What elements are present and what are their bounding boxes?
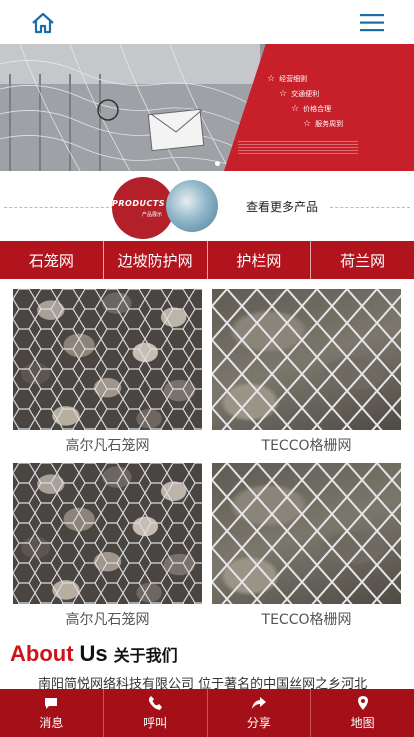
nav-label: 消息 bbox=[39, 716, 64, 730]
nav-label: 地图 bbox=[350, 716, 375, 730]
nav-call[interactable]: 呼叫 bbox=[104, 689, 208, 737]
phone-icon bbox=[149, 696, 163, 710]
products-badge: PRODUCTS 产品展示 bbox=[112, 177, 174, 239]
bottom-nav: 消息 呼叫 分享 地图 bbox=[0, 689, 414, 737]
header bbox=[0, 0, 414, 44]
nav-share[interactable]: 分享 bbox=[208, 689, 312, 737]
banner-feature: ☆ 服务周到 bbox=[303, 119, 343, 129]
tecco-mesh-image bbox=[212, 289, 401, 430]
product-card[interactable]: 高尔凡石笼网 bbox=[13, 463, 202, 634]
stone-gabion-image bbox=[13, 289, 202, 430]
nav-map[interactable]: 地图 bbox=[311, 689, 414, 737]
product-caption: 高尔凡石笼网 bbox=[65, 612, 150, 628]
banner-feature: ☆ 价格合理 bbox=[291, 104, 331, 114]
banner-feature-label: 经营细则 bbox=[279, 75, 308, 83]
stone-gabion-image bbox=[13, 463, 202, 604]
tecco-mesh-image bbox=[212, 463, 401, 604]
about-title-dark: Us bbox=[79, 641, 108, 666]
hero-banner[interactable]: ☆ 经营细则 ☆ 交通便利 ☆ 价格合理 ☆ 服务周到 bbox=[0, 44, 414, 171]
menu-icon[interactable] bbox=[360, 14, 384, 32]
nav-label: 呼叫 bbox=[143, 716, 168, 730]
diamond-mesh-overlay bbox=[212, 289, 401, 430]
nav-message[interactable]: 消息 bbox=[0, 689, 104, 737]
tab-gabion[interactable]: 石笼网 bbox=[0, 241, 104, 279]
carousel-dot[interactable] bbox=[215, 161, 220, 166]
star-icon: ☆ bbox=[279, 89, 288, 99]
product-card[interactable]: TECCO格栅网 bbox=[212, 289, 401, 460]
map-pin-icon bbox=[357, 696, 368, 710]
home-icon[interactable] bbox=[31, 12, 55, 34]
star-icon: ☆ bbox=[267, 74, 276, 84]
mesh-roll-image bbox=[166, 180, 218, 232]
carousel-dots[interactable] bbox=[215, 151, 225, 170]
tab-slope-protection[interactable]: 边坡防护网 bbox=[104, 241, 208, 279]
banner-feature-label: 服务周到 bbox=[315, 120, 344, 128]
category-tabs: 石笼网 边坡防护网 护栏网 荷兰网 bbox=[0, 241, 414, 279]
nav-label: 分享 bbox=[246, 716, 271, 730]
banner-feature: ☆ 交通便利 bbox=[279, 89, 319, 99]
product-caption: 高尔凡石笼网 bbox=[65, 438, 150, 454]
about-title-cn: 关于我们 bbox=[113, 646, 178, 665]
about-heading: About Us 关于我们 bbox=[10, 641, 178, 669]
message-icon bbox=[45, 698, 58, 709]
tab-guardrail[interactable]: 护栏网 bbox=[208, 241, 312, 279]
banner-feature-label: 价格合理 bbox=[303, 105, 332, 113]
product-card[interactable]: 高尔凡石笼网 bbox=[13, 289, 202, 460]
more-products-link[interactable]: 查看更多产品 bbox=[246, 198, 318, 215]
diamond-mesh-overlay bbox=[212, 463, 401, 604]
banner-feature: ☆ 经营细则 bbox=[267, 74, 307, 84]
tab-dutch-mesh[interactable]: 荷兰网 bbox=[311, 241, 414, 279]
banner-feature-label: 交通便利 bbox=[291, 90, 320, 98]
product-card[interactable]: TECCO格栅网 bbox=[212, 463, 401, 634]
products-strip: PRODUCTS 产品展示 查看更多产品 bbox=[0, 171, 414, 241]
hex-mesh-overlay bbox=[13, 463, 202, 604]
star-icon: ☆ bbox=[291, 104, 300, 114]
star-icon: ☆ bbox=[303, 119, 312, 129]
product-caption: TECCO格栅网 bbox=[261, 438, 352, 454]
share-icon bbox=[251, 697, 266, 709]
hex-mesh-overlay bbox=[13, 289, 202, 430]
products-badge-sub: 产品展示 bbox=[142, 212, 163, 218]
divider bbox=[4, 207, 114, 208]
banner-fine-print bbox=[238, 140, 358, 154]
product-caption: TECCO格栅网 bbox=[261, 612, 352, 628]
about-text: 南阳简悦网络科技有限公司 位于著名的中国丝网之乡河北 bbox=[38, 677, 368, 689]
divider bbox=[330, 207, 410, 208]
about-title-red: About bbox=[10, 641, 74, 666]
